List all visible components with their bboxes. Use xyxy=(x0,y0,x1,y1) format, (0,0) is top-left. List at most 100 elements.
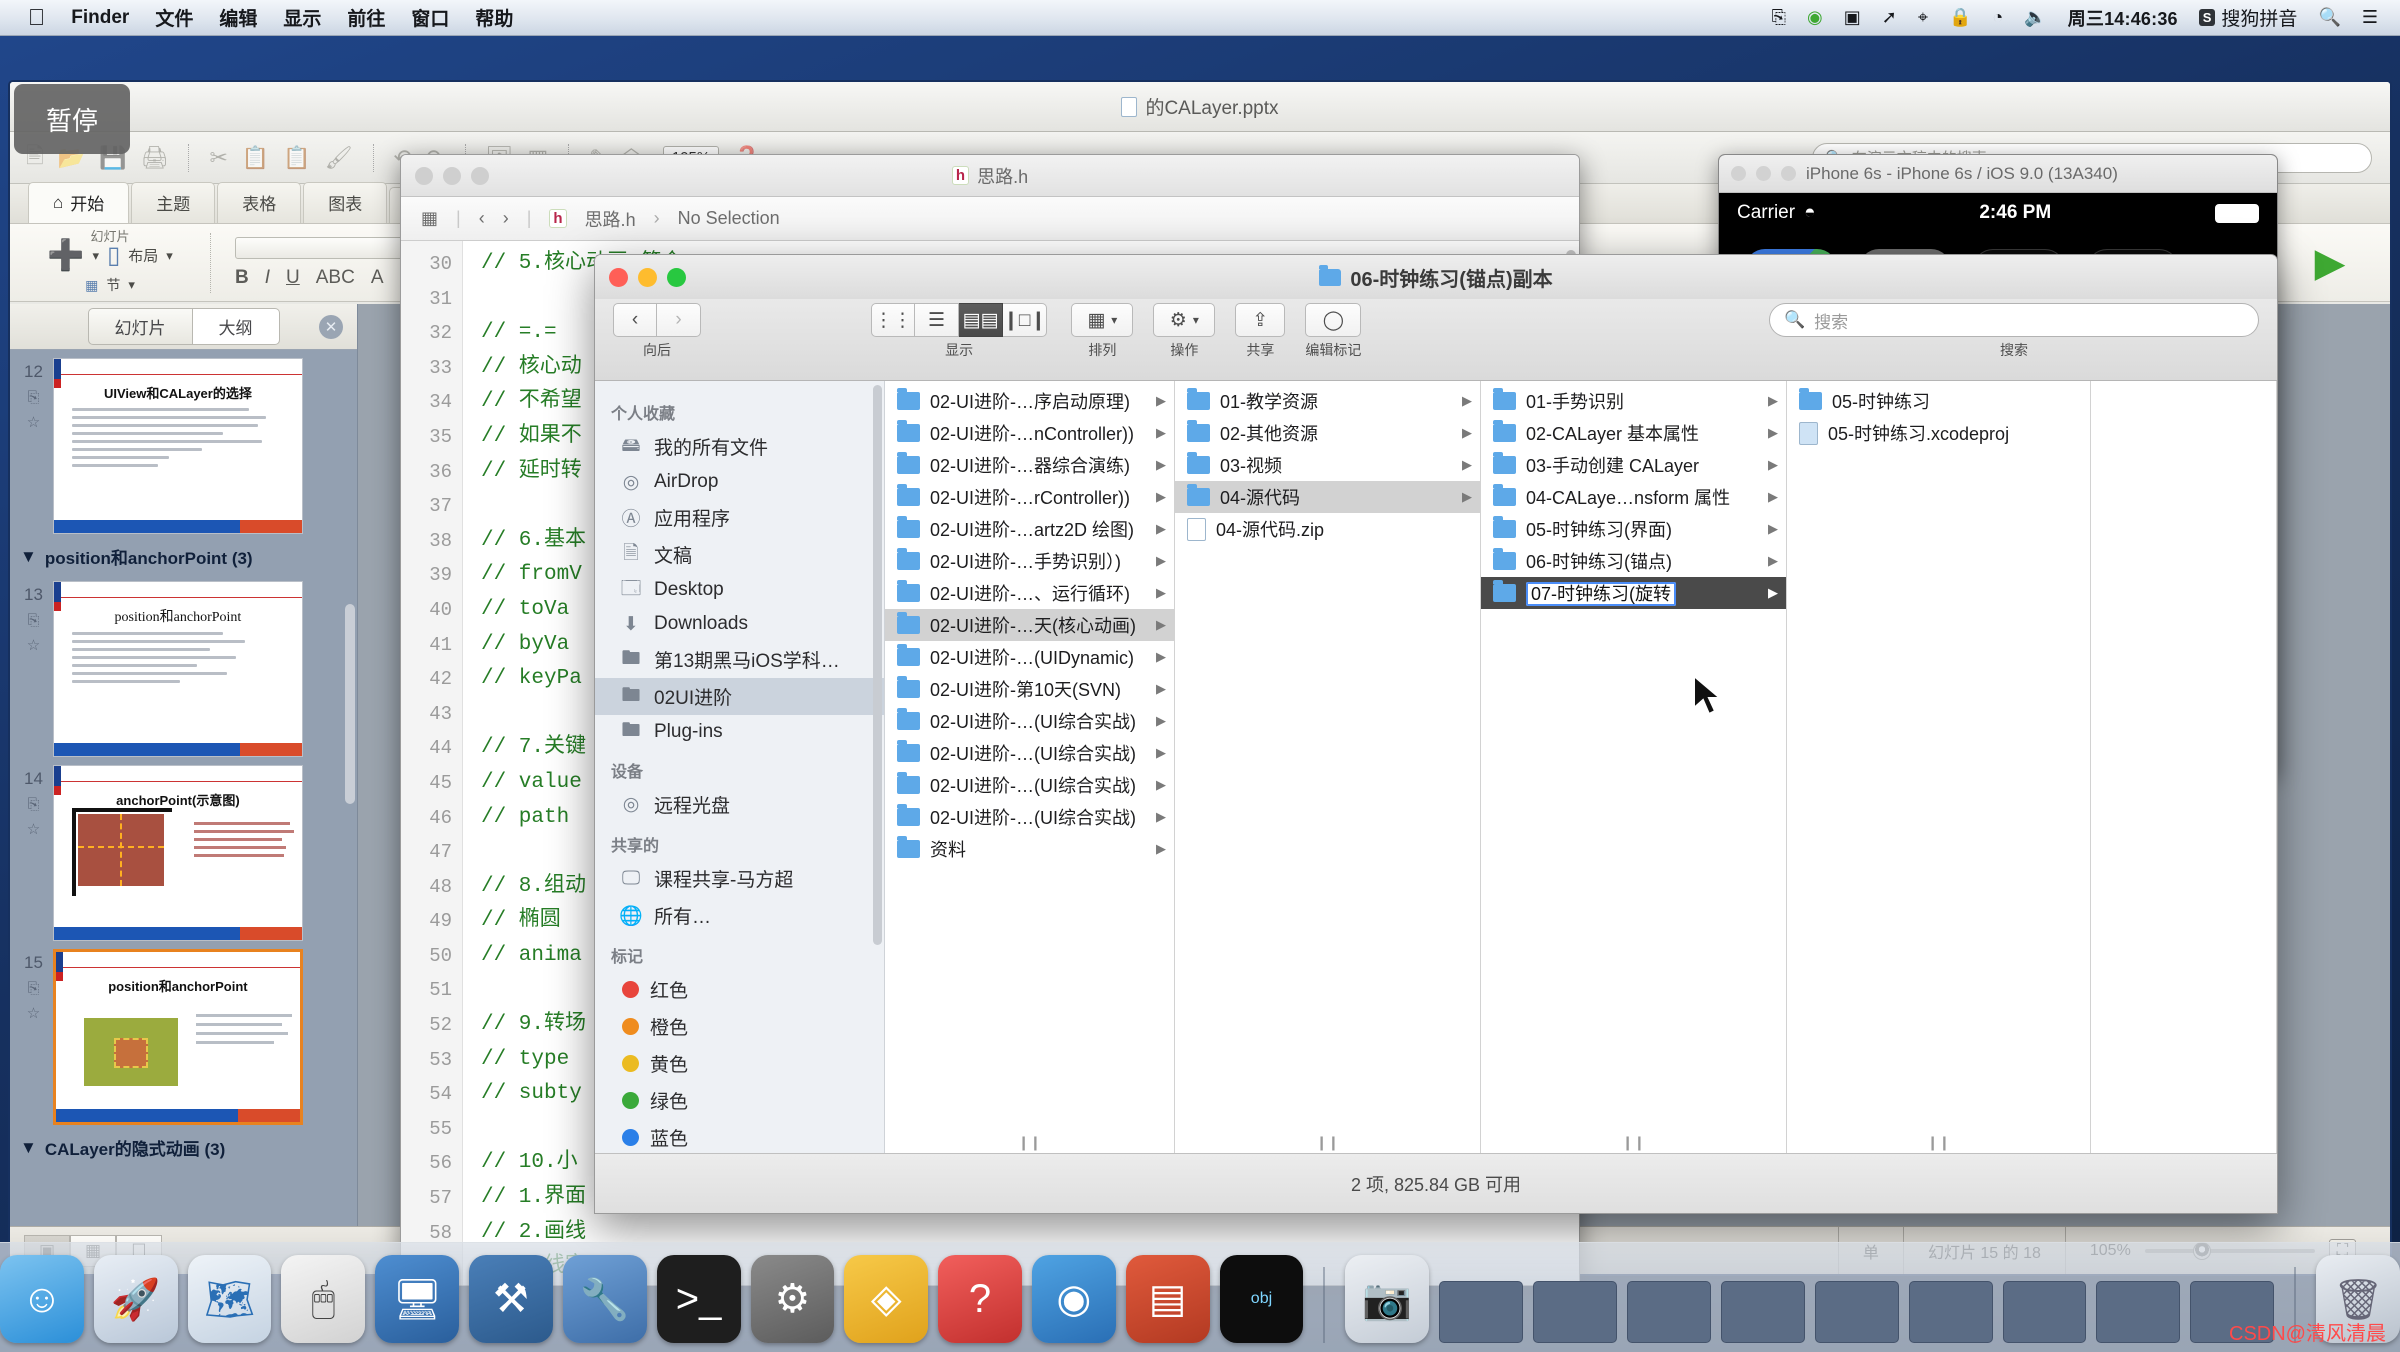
format-painter-icon[interactable]: 🖌 xyxy=(325,145,353,171)
slide-thumbnail[interactable]: UIView和CALayer的选择 xyxy=(52,358,303,534)
file-row[interactable]: 02-UI进阶-…天(核心动画) ▶ xyxy=(885,609,1174,641)
wifi-icon[interactable]: ◔ xyxy=(1992,7,2003,28)
slide-animation-icon[interactable]: ☆ xyxy=(27,413,40,431)
chevron-right-icon[interactable]: › xyxy=(503,208,509,229)
slide-thumbnail[interactable]: position和anchorPoint xyxy=(52,581,303,757)
column-resize-handle[interactable]: ❙❙ xyxy=(1927,1134,1950,1151)
xcode-icon[interactable]: ⚒ xyxy=(469,1255,553,1343)
share-icon[interactable]: ⇪ xyxy=(1235,303,1286,337)
minimized-window[interactable] xyxy=(2096,1281,2181,1343)
file-row[interactable]: 02-UI进阶-…序启动原理) ▶ xyxy=(885,385,1174,417)
file-row[interactable]: 02-UI进阶-…(UI综合实战) ▶ xyxy=(885,705,1174,737)
tab-home[interactable]: ⌂ 开始 xyxy=(28,182,130,223)
minimized-window[interactable] xyxy=(1626,1281,1711,1343)
paste-icon[interactable]: 📋 xyxy=(283,145,310,171)
sidebar-tag-绿色[interactable]: 绿色 xyxy=(595,1082,884,1119)
icon-view-icon[interactable]: ⋮⋮ xyxy=(871,303,915,337)
minimized-window[interactable] xyxy=(1533,1281,1617,1343)
tag-icon[interactable]: ◯ xyxy=(1305,303,1362,337)
sidebar-item-应用程序[interactable]: Ⓐ 应用程序 xyxy=(595,499,884,536)
menu-clock[interactable]: 周三14:46:36 xyxy=(2068,5,2178,31)
search-input[interactable]: 🔍 搜索 xyxy=(1769,303,2259,337)
powerpoint-slides-pane[interactable]: 幻灯片 大纲 ✕ 12 ⎘ ☆ UIView和CALayer的选择 ▼ posi… xyxy=(10,304,358,1226)
apple-menu-icon[interactable]:  xyxy=(28,6,45,29)
finder-body[interactable]: 个人收藏 🖴 我的所有文件 ◎ AirDrop Ⓐ 应用程序 🗎 文稿 🗔 Desktop ⬇ Down… xyxy=(595,381,2277,1153)
sidebar-scrollbar[interactable] xyxy=(873,385,882,945)
slide-animation-icon[interactable]: ☆ xyxy=(27,820,40,838)
tab-tables[interactable]: 表格 xyxy=(217,182,302,223)
finder-column-browser[interactable]: 02-UI进阶-…序启动原理) ▶ 02-UI进阶-…nController)) ▶ 0… xyxy=(885,381,2277,1153)
file-row[interactable]: 资料 ▶ xyxy=(885,833,1174,865)
gear-icon[interactable]: ⚙ ▾ xyxy=(1153,303,1216,337)
slides-outline-switch[interactable]: 幻灯片 大纲 ✕ xyxy=(10,304,357,350)
sidebar-item-AirDrop[interactable]: ◎ AirDrop xyxy=(595,465,884,499)
sidebar-item-Plug-ins[interactable]: 🖿 Plug-ins xyxy=(595,715,884,749)
bold-button[interactable]: B xyxy=(235,267,249,289)
play-slideshow-icon[interactable]: ▶ xyxy=(2315,240,2346,286)
sidebar-item-文稿[interactable]: 🗎 文稿 xyxy=(595,536,884,573)
sidebar-item-所有…[interactable]: 🌐 所有… xyxy=(595,897,884,934)
sidebar-item-课程共享-马方超[interactable]: 🖵 课程共享-马方超 xyxy=(595,860,884,897)
section-icon[interactable]: ▦ xyxy=(85,277,98,294)
finder-titlebar[interactable]: 06-时钟练习(锚点)副本 xyxy=(595,255,2277,299)
file-row[interactable]: 07-时钟练习(旋转 ▶ xyxy=(1481,577,1786,609)
slide-animation-icon[interactable]: ☆ xyxy=(27,1004,40,1022)
file-row[interactable]: 02-UI进阶-第10天(SVN) ▶ xyxy=(885,673,1174,705)
arrange-button[interactable]: ▦ ▾ xyxy=(1071,303,1134,337)
finder-column-2[interactable]: 01-教学资源 ▶ 02-其他资源 ▶ 03-视频 ▶ 04-源代码 ▶ 04-源代码.zip ❙… xyxy=(1175,381,1481,1153)
grid-icon[interactable]: ▦ xyxy=(421,208,438,229)
layout-caret-icon[interactable]: ▾ xyxy=(166,248,173,264)
shadow-button[interactable]: A xyxy=(371,267,384,289)
list-item[interactable]: 13 ⎘ ☆ position和anchorPoint xyxy=(10,573,357,757)
coverflow-view-icon[interactable]: ❙□❙ xyxy=(1003,303,1048,337)
file-row[interactable]: 03-视频 ▶ xyxy=(1175,449,1480,481)
breadcrumb-file[interactable]: 思路.h xyxy=(585,206,636,232)
airplay-icon[interactable]: ⎘ xyxy=(1772,7,1786,28)
dock[interactable]: ☺ 🚀 🗺 🖱 🖥 ⚒ 🔧 >_ ⚙ ◈ ? ◉ ▤ obj 📷 🗑 xyxy=(0,1242,2400,1352)
file-row[interactable]: 05-时钟练习.xcodeproj xyxy=(1787,417,2090,449)
sidebar-tag-红色[interactable]: 红色 xyxy=(595,971,884,1008)
sketch-icon[interactable]: ◈ xyxy=(844,1255,929,1343)
breadcrumb-selection[interactable]: No Selection xyxy=(678,208,780,229)
notification-center-icon[interactable]: ☰ xyxy=(2362,7,2378,28)
rename-input[interactable]: 07-时钟练习(旋转 xyxy=(1526,582,1677,606)
file-row[interactable]: 01-教学资源 ▶ xyxy=(1175,385,1480,417)
minimized-window[interactable] xyxy=(1908,1281,1993,1343)
tab-charts[interactable]: 图表 xyxy=(303,182,388,223)
copy-icon[interactable]: 📋 xyxy=(242,145,269,171)
file-row[interactable]: 02-UI进阶-…nController)) ▶ xyxy=(885,417,1174,449)
file-row[interactable]: 02-UI进阶-…、运行循环) ▶ xyxy=(885,577,1174,609)
file-row[interactable]: 04-源代码 ▶ xyxy=(1175,481,1480,513)
file-row[interactable]: 02-UI进阶-…手势识别）) ▶ xyxy=(885,545,1174,577)
launchpad-icon[interactable]: 🚀 xyxy=(93,1255,178,1343)
sidebar-tag-蓝色[interactable]: 蓝色 xyxy=(595,1119,884,1153)
menu-item-window[interactable]: 窗口 xyxy=(411,4,449,31)
finder-column-5[interactable] xyxy=(2091,381,2277,1153)
photoshop-icon[interactable]: ▤ xyxy=(1125,1255,1210,1343)
list-item[interactable]: 14 ⎘ ☆ anchorPoint(示意图) xyxy=(10,757,357,941)
finder-column-3[interactable]: 01-手势识别 ▶ 02-CALayer 基本属性 ▶ 03-手动创建 CALayer ▶… xyxy=(1481,381,1787,1153)
list-item[interactable]: 12 ⎘ ☆ UIView和CALayer的选择 xyxy=(10,350,357,534)
cut-icon[interactable]: ✂ xyxy=(209,145,227,171)
menu-item-help[interactable]: 帮助 xyxy=(475,4,513,31)
file-row[interactable]: 03-手动创建 CALayer ▶ xyxy=(1481,449,1786,481)
slides-pane-scrollbar[interactable] xyxy=(345,604,355,804)
help-icon[interactable]: ? xyxy=(938,1255,1022,1343)
file-row[interactable]: 02-UI进阶-…器综合演练) ▶ xyxy=(885,449,1174,481)
file-row[interactable]: 02-CALayer 基本属性 ▶ xyxy=(1481,417,1786,449)
file-row[interactable]: 02-UI进阶-…rController)) ▶ xyxy=(885,481,1174,513)
chevron-left-icon[interactable]: ‹ xyxy=(613,303,657,337)
finder-column-4[interactable]: 05-时钟练习 05-时钟练习.xcodeproj ❙❙ xyxy=(1787,381,2091,1153)
layout-label[interactable]: 布局 xyxy=(128,245,158,266)
file-row[interactable]: 02-UI进阶-…artz2D 绘图) ▶ xyxy=(885,513,1174,545)
finder-toolbar[interactable]: ‹ › 向后 ⋮⋮ ☰ ▤▤ ❙□❙ 显示 ▦ ▾ 排列 ⚙ ▾ 操作 ⇪ 共享… xyxy=(595,299,2277,381)
dropbox-icon[interactable]: ◉ xyxy=(1807,7,1823,28)
outline-group-header-2[interactable]: ▼ CALayer的隐式动画 (3) xyxy=(10,1125,357,1164)
italic-button[interactable]: I xyxy=(265,267,270,289)
layout-icon[interactable]: ▯ xyxy=(107,241,120,270)
finder-window[interactable]: 06-时钟练习(锚点)副本 ‹ › 向后 ⋮⋮ ☰ ▤▤ ❙□❙ 显示 ▦ ▾ … xyxy=(594,254,2278,1214)
close-icon[interactable]: ✕ xyxy=(319,314,343,339)
slide-thumbnail-selected[interactable]: position和anchorPoint xyxy=(52,949,303,1125)
menu-item-file[interactable]: 文件 xyxy=(155,4,193,31)
sidebar-tag-黄色[interactable]: 黄色 xyxy=(595,1045,884,1082)
